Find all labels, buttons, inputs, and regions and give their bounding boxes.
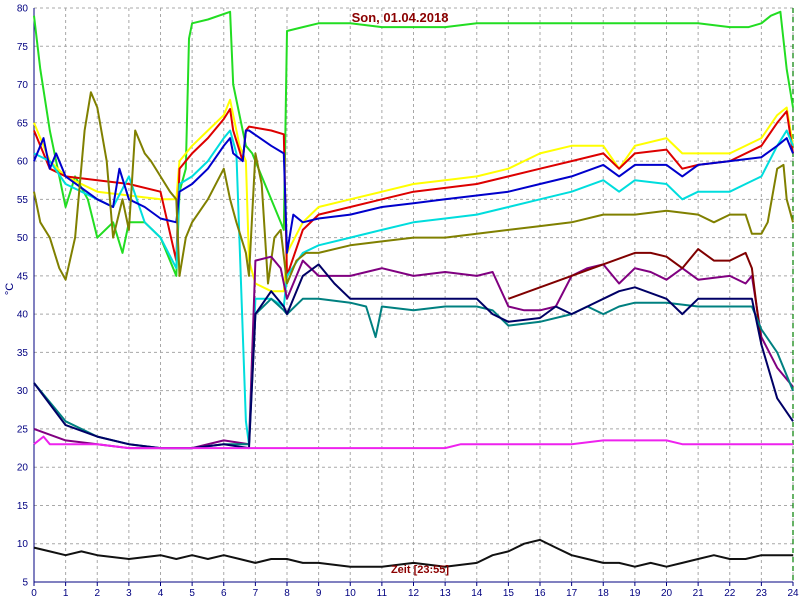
y-tick-label: 60	[17, 157, 29, 168]
y-tick-label: 75	[17, 42, 29, 53]
x-tick-label: 0	[31, 588, 37, 599]
x-tick-label: 22	[724, 588, 736, 599]
y-tick-label: 35	[17, 348, 29, 359]
y-tick-label: 55	[17, 195, 29, 206]
chart: 5 10 15 20 25 30 35 40 45 50 55 60 65 70 75 80 0 1 2 3 4 5 6 7 8…	[0, 0, 800, 600]
y-tick-label: 45	[17, 271, 29, 282]
y-tick-label: 50	[17, 233, 29, 244]
axis-layer: 51015202530354045505560657075800 1 2 3 4 5 6 7 8…	[17, 4, 799, 600]
x-tick-label: 3	[126, 588, 132, 599]
y-tick-label: 10	[17, 539, 29, 550]
x-tick-label: 19	[629, 588, 641, 599]
y-tick-label: 80	[17, 4, 29, 15]
x-tick-label: 20	[661, 588, 673, 599]
grid-layer	[33, 7, 794, 583]
x-tick-label: 1	[63, 588, 69, 599]
x-tick-label: 9	[316, 588, 322, 599]
y-tick-label: 5	[22, 578, 28, 589]
x-tick-label: 10	[345, 588, 357, 599]
y-tick-label: 70	[17, 80, 29, 91]
chart-canvas: 51015202530354045505560657075800 1 2 3 4 5 6 7 8…	[4, 4, 799, 600]
y-tick-label: 20	[17, 463, 29, 474]
y-tick-label: 30	[17, 386, 29, 397]
label-layer: Son, 01.04.2018 °C Zeit [23:55]	[4, 10, 449, 576]
y-tick-label: 65	[17, 118, 29, 129]
x-tick-label: 5	[189, 588, 195, 599]
x-tick-label: 17	[566, 588, 578, 599]
x-tick-label: 2	[94, 588, 100, 599]
x-tick-label: 4	[158, 588, 164, 599]
x-tick-label: 23	[756, 588, 768, 599]
x-tick-label: 21	[693, 588, 705, 599]
x-tick-label: 7	[253, 588, 259, 599]
x-tick-label: 24	[787, 588, 799, 599]
x-tick-label: 15	[503, 588, 515, 599]
x-tick-label: 12	[408, 588, 420, 599]
x-tick-label: 18	[598, 588, 610, 599]
y-tick-label: 15	[17, 501, 29, 512]
y-tick-label: 25	[17, 424, 29, 435]
x-tick-label: 13	[440, 588, 452, 599]
x-axis-label: Zeit [23:55]	[391, 564, 449, 576]
chart-title: Son, 01.04.2018	[352, 10, 449, 25]
y-axis-label: °C	[4, 283, 16, 295]
x-tick-label: 14	[471, 588, 483, 599]
x-tick-label: 16	[534, 588, 546, 599]
y-tick-label: 40	[17, 310, 29, 321]
x-tick-label: 8	[284, 588, 290, 599]
x-tick-label: 11	[377, 588, 388, 599]
x-tick-label: 6	[221, 588, 227, 599]
